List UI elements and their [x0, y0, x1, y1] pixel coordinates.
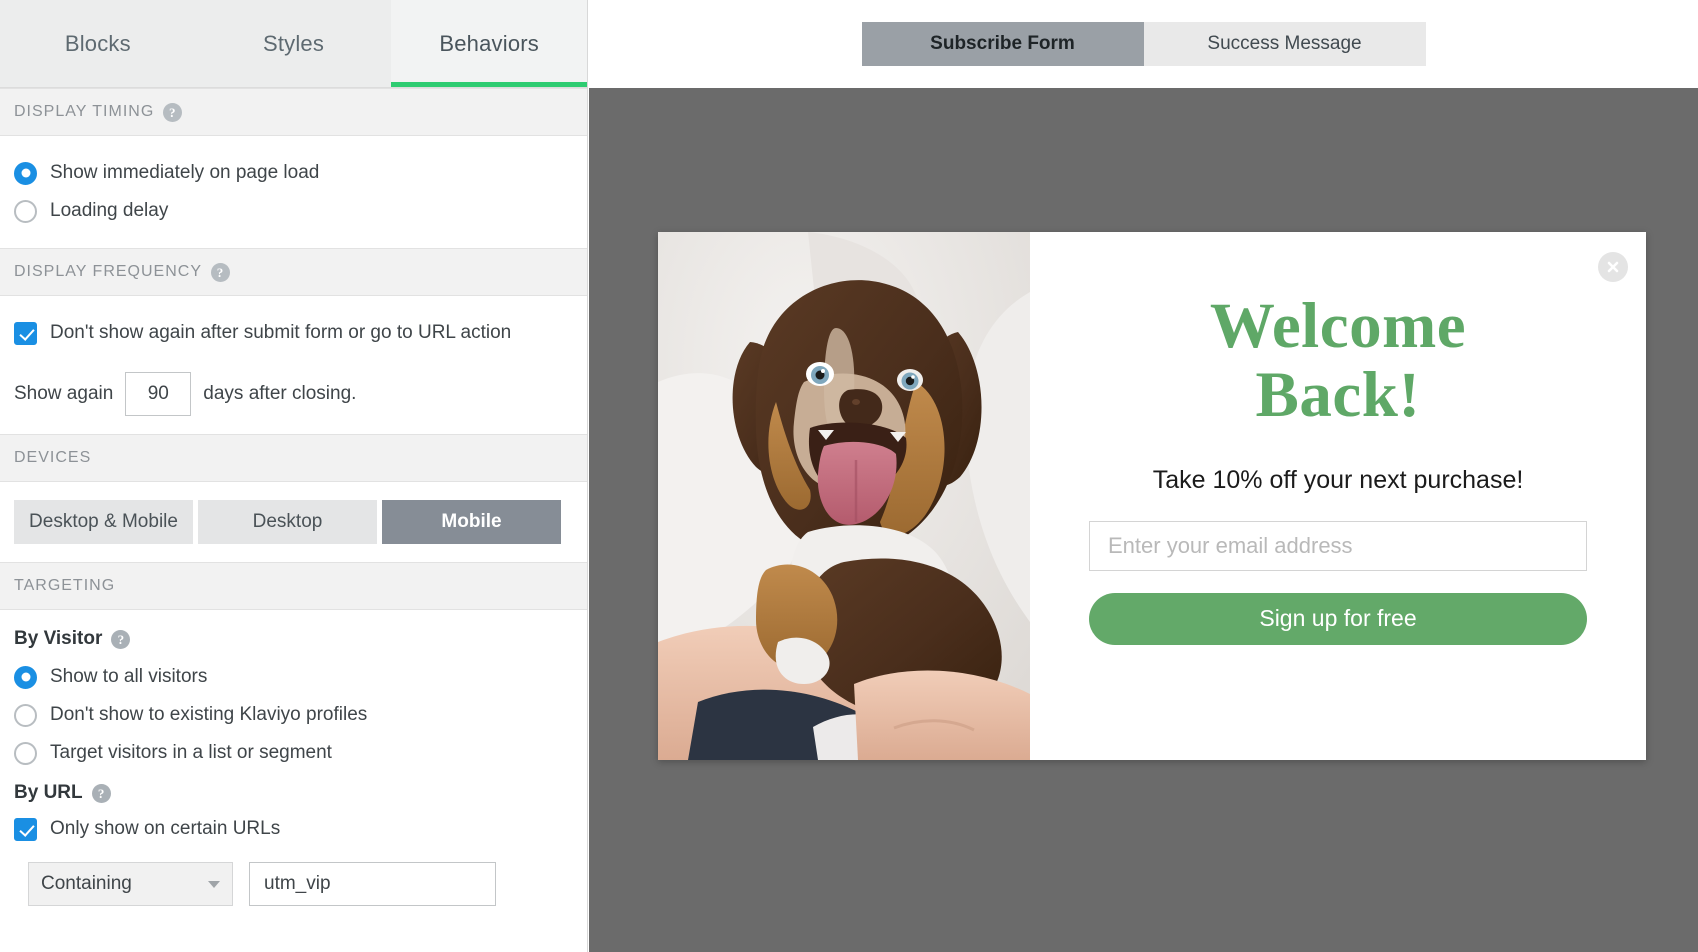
tab-styles-label: Styles: [262, 30, 325, 56]
url-match-dropdown[interactable]: Containing: [28, 862, 233, 906]
question-mark-icon[interactable]: ?: [163, 102, 183, 122]
by-url-label: By URL: [14, 782, 83, 803]
preview-tab-success-message-label: Success Message: [1207, 33, 1362, 54]
radio-icon-selected[interactable]: [14, 161, 37, 185]
tab-blocks[interactable]: Blocks: [0, 0, 196, 87]
section-label-display-timing: DISPLAY TIMING: [14, 103, 155, 120]
tab-behaviors[interactable]: Behaviors: [391, 0, 587, 87]
signup-button[interactable]: Sign up for free: [1089, 592, 1587, 645]
radio-icon-unselected[interactable]: [14, 741, 37, 765]
preview-tab-subscribe-form[interactable]: Subscribe Form: [861, 22, 1144, 66]
preview-tab-success-message[interactable]: Success Message: [1143, 22, 1426, 66]
section-body-display-timing: Show immediately on page load Loading de…: [0, 136, 587, 248]
checkbox-label-only-certain-urls: Only show on certain URLs: [50, 818, 281, 839]
popup-headline: Welcome Back!: [1210, 292, 1466, 430]
checkbox-label-dont-show-again: Don't show again after submit form or go…: [50, 322, 512, 343]
checkbox-icon-checked[interactable]: [14, 817, 37, 841]
popup-headline-line1: Welcome: [1209, 290, 1467, 362]
chevron-down-icon: [208, 880, 220, 888]
device-segmented-control: Desktop & Mobile Desktop Mobile: [14, 500, 573, 544]
tab-styles[interactable]: Styles: [195, 0, 392, 87]
sidebar-tabbar: Blocks Styles Behaviors: [0, 0, 587, 88]
tab-behaviors-label: Behaviors: [439, 30, 539, 56]
email-field[interactable]: [1089, 520, 1587, 571]
show-again-row: Show again days after closing.: [14, 372, 573, 416]
section-label-devices: DEVICES: [14, 449, 92, 466]
close-circle-icon[interactable]: [1598, 252, 1628, 282]
device-option-desktop-and-mobile-label: Desktop & Mobile: [29, 511, 178, 532]
device-option-mobile[interactable]: Mobile: [382, 500, 561, 544]
checkbox-row-dont-show-again[interactable]: Don't show again after submit form or go…: [14, 314, 573, 352]
preview-tabbar: Subscribe Form Success Message: [589, 0, 1698, 88]
section-body-targeting: By Visitor ? Show to all visitors Don't …: [0, 610, 587, 924]
url-value-input[interactable]: [249, 862, 496, 906]
radio-icon-unselected[interactable]: [14, 199, 37, 223]
days-input[interactable]: [125, 372, 192, 416]
section-header-display-timing: DISPLAY TIMING ?: [0, 88, 587, 136]
popup-headline-line2: Back!: [1255, 358, 1421, 431]
radio-label-exclude-klaviyo-profiles: Don't show to existing Klaviyo profiles: [50, 704, 368, 725]
close-icon-glyph: [1607, 261, 1619, 273]
device-option-desktop-and-mobile[interactable]: Desktop & Mobile: [14, 500, 193, 544]
puppy-photo-illustration: [658, 232, 1030, 760]
show-again-prefix-label: Show again: [14, 383, 114, 404]
by-visitor-label: By Visitor: [14, 628, 103, 649]
section-body-display-frequency: Don't show again after submit form or go…: [0, 296, 587, 434]
radio-option-target-list-segment[interactable]: Target visitors in a list or segment: [14, 734, 573, 772]
section-header-display-frequency: DISPLAY FREQUENCY ?: [0, 248, 587, 296]
radio-option-loading-delay[interactable]: Loading delay: [14, 192, 573, 230]
radio-label-show-all-visitors: Show to all visitors: [50, 666, 208, 687]
tab-blocks-label: Blocks: [64, 30, 131, 56]
url-match-dropdown-value: Containing: [41, 873, 132, 894]
radio-option-show-immediately[interactable]: Show immediately on page load: [14, 154, 573, 192]
radio-icon-unselected[interactable]: [14, 703, 37, 727]
preview-canvas: Welcome Back! Take 10% off your next pur…: [589, 88, 1698, 952]
popup-image: [658, 232, 1030, 760]
question-mark-icon[interactable]: ?: [91, 783, 111, 803]
preview-pane: Subscribe Form Success Message Welcome B…: [589, 0, 1698, 952]
show-again-suffix-label: days after closing.: [203, 383, 357, 404]
radio-option-exclude-klaviyo-profiles[interactable]: Don't show to existing Klaviyo profiles: [14, 696, 573, 734]
app-root: Blocks Styles Behaviors DISPLAY TIMING ?…: [0, 0, 1698, 952]
section-body-devices: Desktop & Mobile Desktop Mobile: [0, 482, 587, 562]
popup-modal: Welcome Back! Take 10% off your next pur…: [658, 232, 1646, 760]
radio-label-show-immediately: Show immediately on page load: [50, 162, 320, 183]
editor-sidebar: Blocks Styles Behaviors DISPLAY TIMING ?…: [0, 0, 588, 952]
popup-subheadline: Take 10% off your next purchase!: [1152, 465, 1524, 494]
popup-content: Welcome Back! Take 10% off your next pur…: [1030, 232, 1646, 760]
device-option-desktop-label: Desktop: [252, 511, 323, 532]
radio-label-loading-delay: Loading delay: [50, 200, 169, 221]
checkbox-row-only-certain-urls[interactable]: Only show on certain URLs: [14, 810, 573, 848]
by-visitor-label-row: By Visitor ?: [14, 628, 573, 650]
question-mark-icon[interactable]: ?: [211, 262, 231, 282]
by-url-label-row: By URL ?: [14, 782, 573, 804]
device-option-desktop[interactable]: Desktop: [198, 500, 377, 544]
checkbox-icon-checked[interactable]: [14, 321, 37, 345]
section-header-devices: DEVICES: [0, 434, 587, 482]
radio-label-target-list-segment: Target visitors in a list or segment: [50, 742, 332, 763]
radio-option-show-all-visitors[interactable]: Show to all visitors: [14, 658, 573, 696]
url-rule-row: Containing: [14, 862, 573, 906]
section-label-display-frequency: DISPLAY FREQUENCY: [14, 263, 203, 280]
preview-tab-subscribe-form-label: Subscribe Form: [930, 33, 1075, 54]
section-header-targeting: TARGETING: [0, 562, 587, 610]
radio-icon-selected[interactable]: [14, 665, 37, 689]
question-mark-icon[interactable]: ?: [111, 629, 131, 649]
device-option-mobile-label: Mobile: [441, 511, 502, 532]
section-label-targeting: TARGETING: [14, 577, 116, 594]
